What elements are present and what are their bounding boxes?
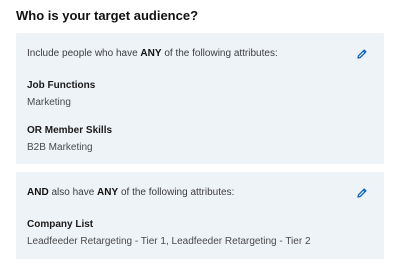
pencil-icon[interactable] [356, 47, 368, 59]
pencil-icon[interactable] [356, 186, 368, 198]
member-skills-value: B2B Marketing [27, 142, 93, 153]
include-intro-suffix: of the following attributes: [161, 48, 278, 59]
section-heading: Who is your target audience? [16, 8, 199, 23]
include-intro-prefix: Include people who have [27, 48, 141, 59]
member-skills-title: OR Member Skills [27, 125, 113, 136]
and-attributes-card: AND also have ANY of the following attri… [16, 172, 384, 259]
job-functions-title: Job Functions [27, 80, 96, 91]
and-intro-any-keyword: ANY [97, 187, 119, 198]
company-list-title: Company List [27, 219, 94, 230]
job-functions-value: Marketing [27, 97, 71, 108]
and-intro-middle: also have [48, 187, 98, 198]
company-list-value: Leadfeeder Retargeting - Tier 1, Leadfee… [27, 236, 311, 247]
and-intro-suffix: of the following attributes: [118, 187, 235, 198]
and-intro-keyword: AND [27, 187, 49, 198]
include-intro-keyword: ANY [140, 48, 162, 59]
include-attributes-card: Include people who have ANY of the follo… [16, 33, 384, 164]
and-intro-text: AND also have ANY of the following attri… [27, 187, 234, 198]
include-intro-text: Include people who have ANY of the follo… [27, 48, 278, 59]
